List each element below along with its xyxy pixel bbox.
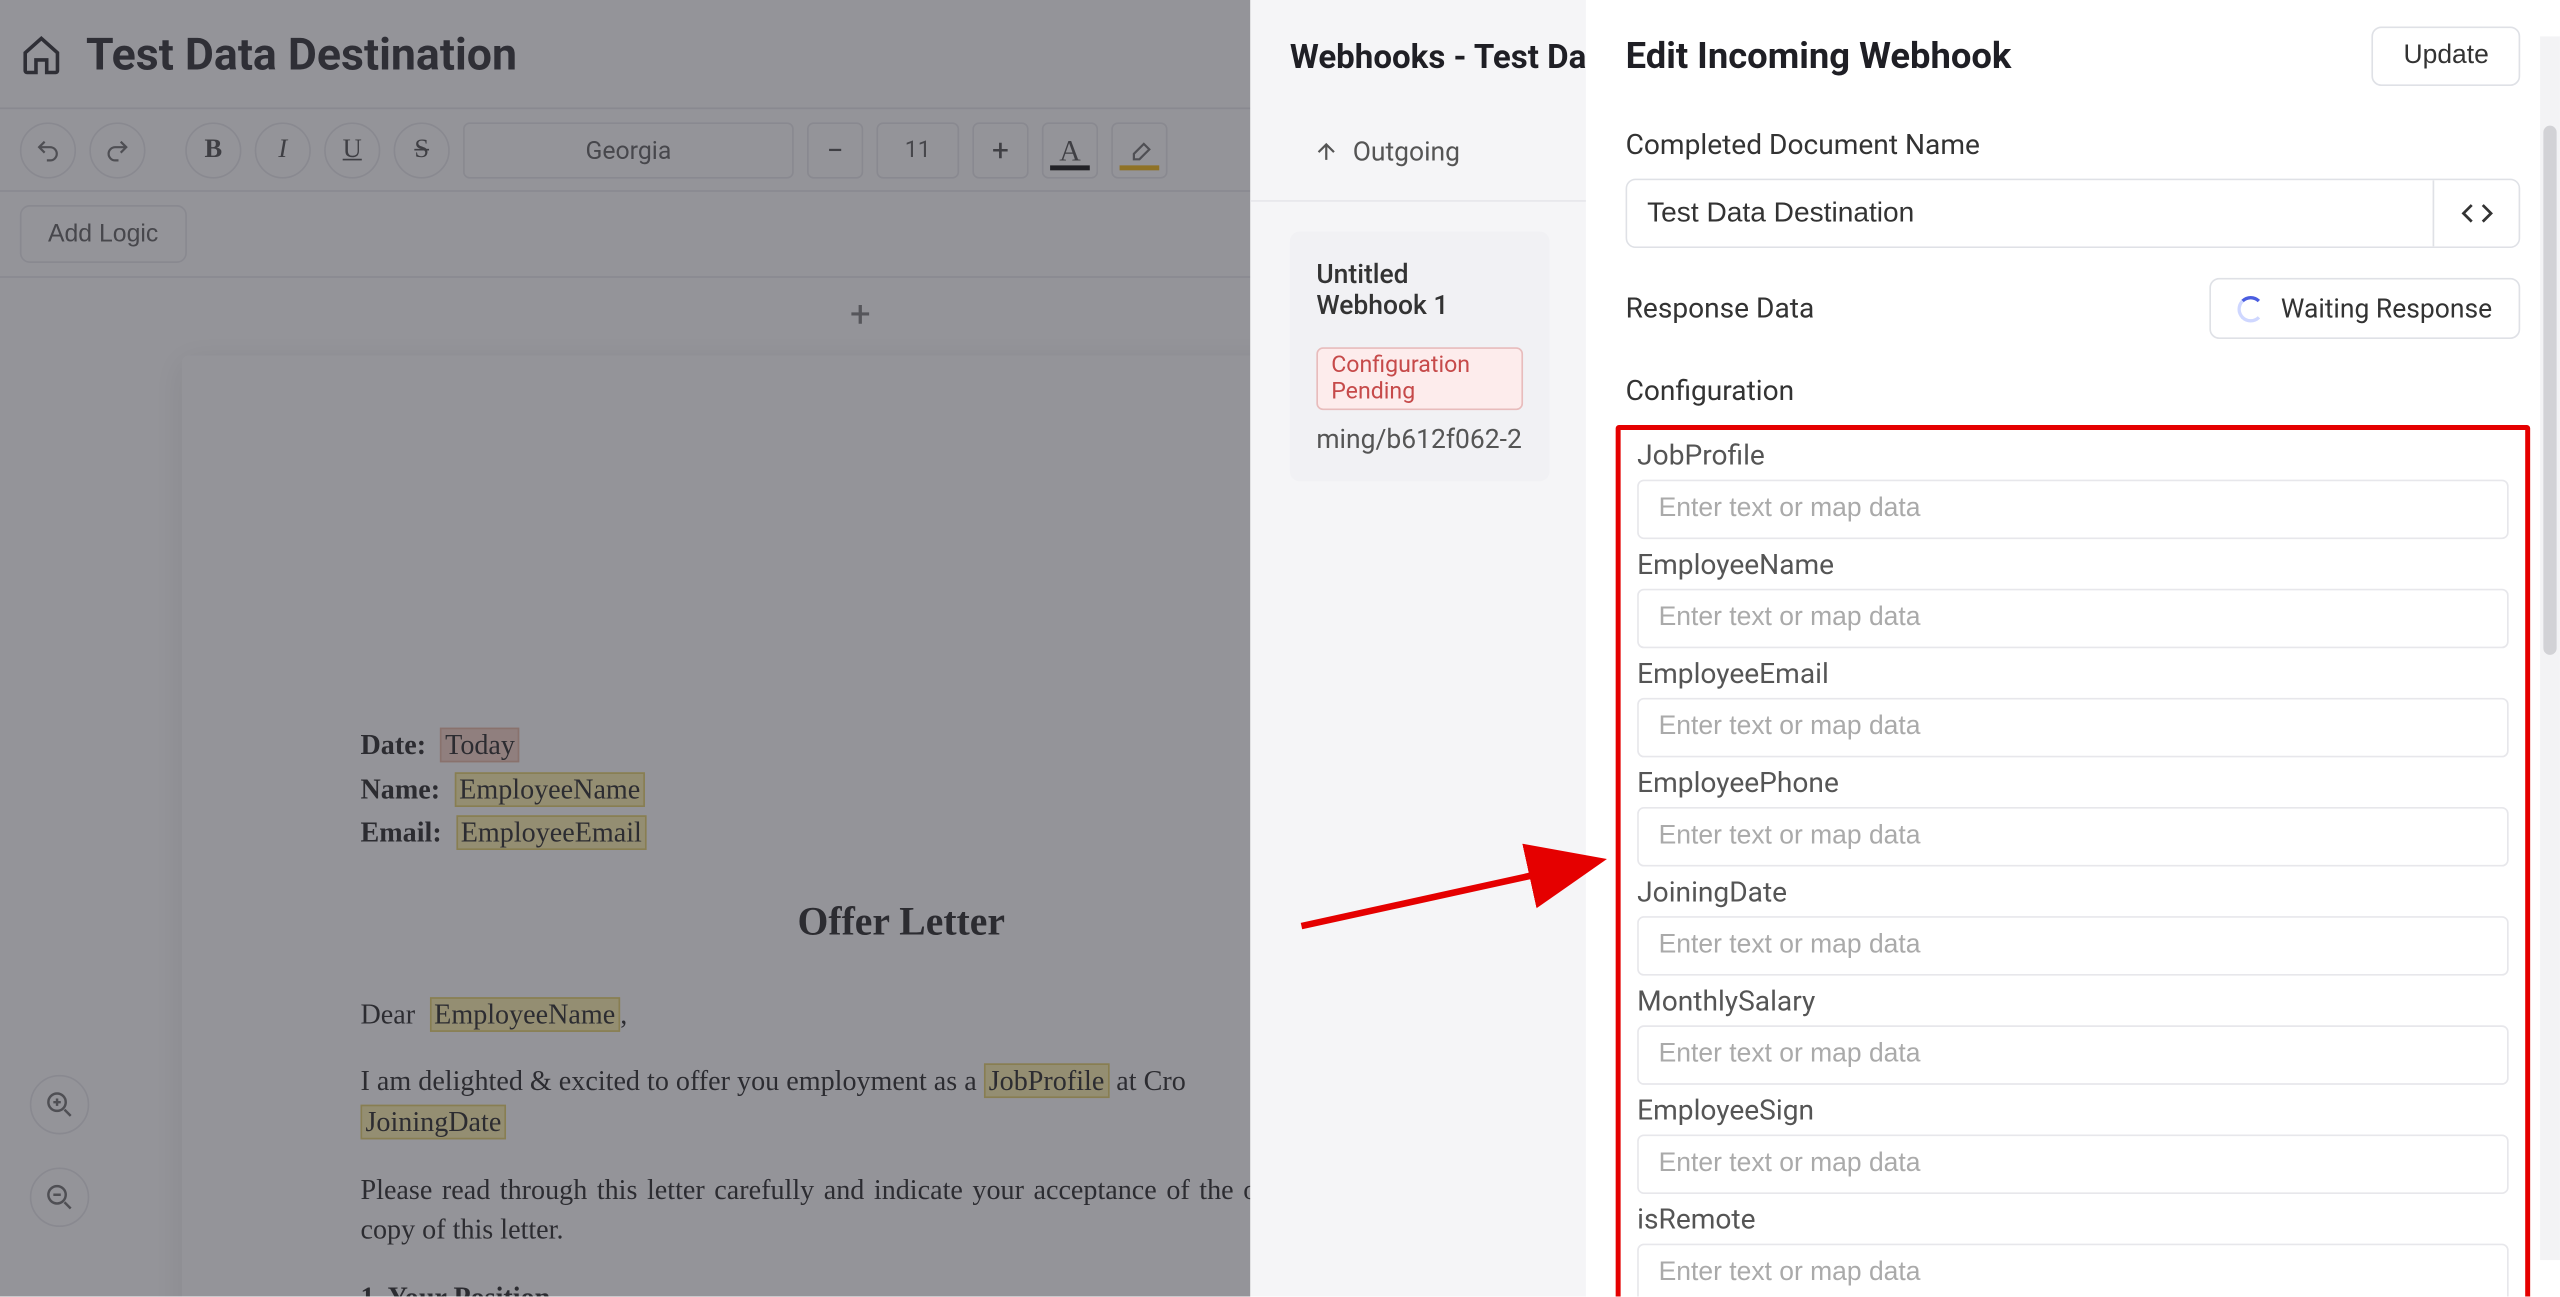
field-label: MonthlySalary	[1637, 986, 2508, 1019]
configuration-fields: JobProfile EmployeeName EmployeeEmail Em…	[1616, 425, 2530, 1296]
field-label: JobProfile	[1637, 440, 2508, 473]
employeephone-input[interactable]	[1637, 807, 2508, 867]
update-button[interactable]: Update	[2372, 26, 2520, 86]
tab-outgoing[interactable]: Outgoing	[1313, 136, 1460, 167]
field-label: EmployeePhone	[1637, 767, 2508, 800]
field-label: EmployeeSign	[1637, 1095, 2508, 1128]
panel-title: Webhooks - Test Da	[1250, 0, 1589, 96]
scrollbar-track[interactable]	[2540, 36, 2560, 1260]
field-label: EmployeeEmail	[1637, 658, 2508, 691]
configuration-label: Configuration	[1626, 375, 2521, 408]
field-label: EmployeeName	[1637, 549, 2508, 582]
employeeemail-input[interactable]	[1637, 698, 2508, 758]
doc-name-input[interactable]	[1627, 180, 2432, 246]
scrollbar-thumb[interactable]	[2543, 126, 2556, 655]
webhook-card[interactable]: Untitled Webhook 1 Configuration Pending…	[1290, 232, 1550, 482]
response-data-label: Response Data	[1626, 292, 1815, 325]
jobprofile-input[interactable]	[1637, 480, 2508, 540]
webhooks-panel: Webhooks - Test Da Outgoing Untitled Web…	[1250, 0, 1589, 1297]
joiningdate-input[interactable]	[1637, 916, 2508, 976]
field-label: JoiningDate	[1637, 876, 2508, 909]
edit-webhook-panel: Edit Incoming Webhook Update Completed D…	[1586, 0, 2560, 1297]
spinner-icon	[2238, 295, 2264, 321]
isremote-input[interactable]	[1637, 1244, 2508, 1297]
panel-title: Edit Incoming Webhook	[1626, 36, 2012, 77]
employeesign-input[interactable]	[1637, 1134, 2508, 1194]
waiting-label: Waiting Response	[2281, 293, 2492, 324]
doc-name-label: Completed Document Name	[1626, 129, 2521, 162]
waiting-response-button[interactable]: Waiting Response	[2210, 278, 2520, 339]
monthlysalary-input[interactable]	[1637, 1025, 2508, 1085]
code-icon[interactable]	[2433, 180, 2519, 246]
employeename-input[interactable]	[1637, 589, 2508, 649]
webhook-url-fragment: ming/b612f062-280f	[1316, 423, 1523, 454]
status-badge: Configuration Pending	[1316, 347, 1523, 410]
field-label: isRemote	[1637, 1204, 2508, 1237]
tab-label: Outgoing	[1353, 136, 1460, 167]
webhook-title: Untitled Webhook 1	[1316, 258, 1523, 321]
